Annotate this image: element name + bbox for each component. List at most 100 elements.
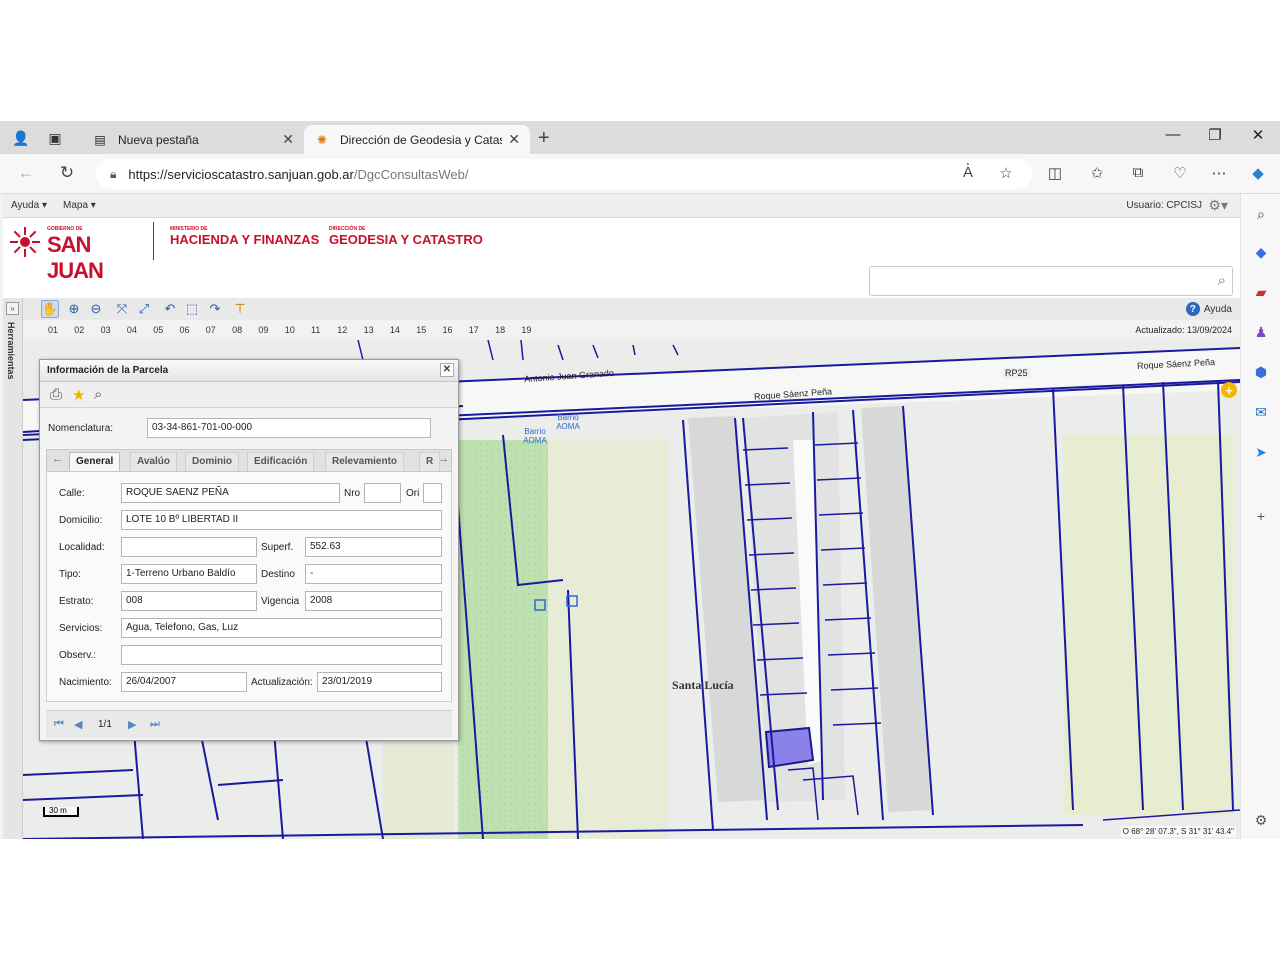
layer-number-07[interactable]: 07 (206, 325, 216, 335)
microsoft-365-icon[interactable]: ⬢ (1249, 360, 1273, 384)
more-menu-icon[interactable]: ⋯ (1207, 164, 1231, 182)
favorite-star-icon[interactable]: ☆ (994, 164, 1018, 182)
zoom-box-icon[interactable]: ⬚ (183, 300, 201, 318)
map-add-icon[interactable]: + (1221, 382, 1237, 398)
browser-tab-catastro[interactable]: ✺ Dirección de Geodesia y Catastro ✕ (304, 125, 530, 154)
menu-help[interactable]: Ayuda ▾ (11, 200, 47, 211)
first-page-icon[interactable]: ⏮ (54, 718, 64, 731)
send-icon[interactable]: ➤ (1249, 440, 1273, 464)
last-page-icon[interactable]: ⏭ (150, 718, 160, 731)
browser-essentials-icon[interactable]: ♡ (1168, 164, 1192, 182)
menu-map[interactable]: Mapa ▾ (63, 200, 96, 211)
url-field[interactable]: 🔒︎ https://servicioscatastro.sanjuan.gob… (96, 159, 1032, 189)
zoom-in-icon[interactable]: ⊕ (65, 300, 83, 318)
expand-panel-icon[interactable]: » (6, 302, 19, 315)
pan-hand-icon[interactable]: ✋ (41, 300, 59, 318)
measure-icon[interactable]: ⊤ (231, 300, 249, 318)
panel-title-bar[interactable]: Información de la Parcela ✕ (40, 360, 458, 382)
tab-actions-icon[interactable]: ▣ (44, 127, 66, 149)
tools-briefcase-icon[interactable]: ▰ (1249, 280, 1273, 304)
tab-dominio[interactable]: Dominio (185, 452, 239, 471)
estrato-field[interactable]: 008 (121, 591, 257, 611)
layer-number-04[interactable]: 04 (127, 325, 137, 335)
nro-field[interactable] (364, 483, 401, 503)
layer-number-15[interactable]: 15 (416, 325, 426, 335)
zoom-to-parcel-icon[interactable]: ⌕ (94, 386, 102, 403)
layer-number-03[interactable]: 03 (101, 325, 111, 335)
observ-field[interactable] (121, 645, 442, 665)
sidebar-settings-icon[interactable]: ⚙ (1249, 808, 1273, 832)
shopping-tag-icon[interactable]: ◆ (1249, 240, 1273, 264)
search-icon[interactable]: ⌕ (1218, 272, 1226, 289)
domicilio-field[interactable]: LOTE 10 Bº LIBERTAD II (121, 510, 442, 530)
actualizacion-field[interactable]: 23/01/2019 (317, 672, 442, 692)
outlook-icon[interactable]: ✉ (1249, 400, 1273, 424)
layer-number-12[interactable]: 12 (337, 325, 347, 335)
browser-tab-new[interactable]: ▤ Nueva pestaña ✕ (82, 125, 304, 154)
close-window-icon[interactable]: ✕ (1243, 126, 1273, 144)
nacimiento-field[interactable]: 26/04/2007 (121, 672, 247, 692)
close-tab-icon[interactable]: ✕ (508, 131, 520, 148)
layer-number-14[interactable]: 14 (390, 325, 400, 335)
layer-number-05[interactable]: 05 (153, 325, 163, 335)
tabs-right-icon[interactable]: → (438, 453, 449, 465)
minimize-icon[interactable]: — (1158, 126, 1188, 143)
layer-number-11[interactable]: 11 (311, 325, 320, 335)
close-tab-icon[interactable]: ✕ (282, 131, 294, 148)
copilot-icon[interactable]: ◆ (1246, 164, 1270, 182)
print-icon[interactable]: ⎙ (50, 386, 62, 403)
prev-page-icon[interactable]: ◀ (74, 718, 82, 731)
tools-side-panel[interactable]: » Herramientas (3, 298, 23, 839)
zoom-extent-icon[interactable]: ⤧ (113, 300, 131, 318)
vigencia-field[interactable]: 2008 (305, 591, 442, 611)
destino-field[interactable]: - (305, 564, 442, 584)
help-link[interactable]: ? Ayuda (1185, 302, 1232, 316)
layer-number-01[interactable]: 01 (48, 325, 58, 335)
restore-icon[interactable]: ❐ (1200, 126, 1230, 144)
layer-number-09[interactable]: 09 (258, 325, 268, 335)
back-icon[interactable]: ← (14, 163, 38, 183)
layer-number-18[interactable]: 18 (495, 325, 505, 335)
close-panel-icon[interactable]: ✕ (440, 363, 454, 377)
tab-relevamiento[interactable]: Relevamiento (325, 452, 405, 471)
tab-avaluo[interactable]: Avalúo (130, 452, 177, 471)
games-icon[interactable]: ♟ (1249, 320, 1273, 344)
localidad-field[interactable] (121, 537, 257, 557)
add-sidebar-app-icon[interactable]: + (1249, 504, 1273, 528)
next-page-icon[interactable]: ▶ (128, 718, 136, 731)
lock-icon[interactable]: 🔒︎ (110, 167, 116, 182)
tipo-field[interactable]: 1-Terreno Urbano Baldío (121, 564, 257, 584)
full-extent-icon[interactable]: ⤢ (135, 300, 153, 318)
nomenclatura-field[interactable]: 03-34-861-701-00-000 (147, 418, 431, 438)
layer-number-08[interactable]: 08 (232, 325, 242, 335)
collections-icon[interactable]: ⧉ (1126, 164, 1150, 181)
refresh-icon[interactable]: ↻ (55, 163, 79, 183)
layer-number-17[interactable]: 17 (469, 325, 479, 335)
layer-number-13[interactable]: 13 (364, 325, 374, 335)
settings-gear-icon[interactable]: ⚙▾ (1208, 197, 1228, 214)
redo-view-icon[interactable]: ↷ (206, 300, 224, 318)
superf-field[interactable]: 552.63 (305, 537, 442, 557)
ori-field[interactable] (423, 483, 442, 503)
calle-field[interactable]: ROQUE SAENZ PEÑA (121, 483, 340, 503)
profile-icon[interactable]: 👤 (10, 127, 32, 149)
tabs-left-icon[interactable]: ← (52, 453, 63, 465)
undo-view-icon[interactable]: ↶ (161, 300, 179, 318)
split-screen-icon[interactable]: ◫ (1043, 164, 1067, 182)
layer-number-10[interactable]: 10 (285, 325, 295, 335)
site-search-input[interactable]: ⌕ (869, 266, 1233, 296)
favorites-icon[interactable]: ✩ (1085, 164, 1109, 182)
layer-number-16[interactable]: 16 (443, 325, 453, 335)
zoom-out-icon[interactable]: ⊖ (87, 300, 105, 318)
read-aloud-icon[interactable]: A͐ (956, 164, 980, 181)
layer-number-02[interactable]: 02 (74, 325, 84, 335)
star-icon[interactable]: ★ (72, 386, 85, 404)
layer-number-06[interactable]: 06 (180, 325, 190, 335)
new-tab-icon[interactable]: + (538, 127, 550, 150)
tab-general[interactable]: General (69, 452, 121, 471)
layer-number-19[interactable]: 19 (521, 325, 531, 335)
parcel-info-panel[interactable]: Información de la Parcela ✕ ⎙ ★ ⌕ Nomenc… (39, 359, 459, 741)
tab-edificacion[interactable]: Edificación (247, 452, 315, 471)
servicios-field[interactable]: Agua, Telefono, Gas, Luz (121, 618, 442, 638)
search-icon[interactable]: ⌕ (1249, 202, 1273, 226)
